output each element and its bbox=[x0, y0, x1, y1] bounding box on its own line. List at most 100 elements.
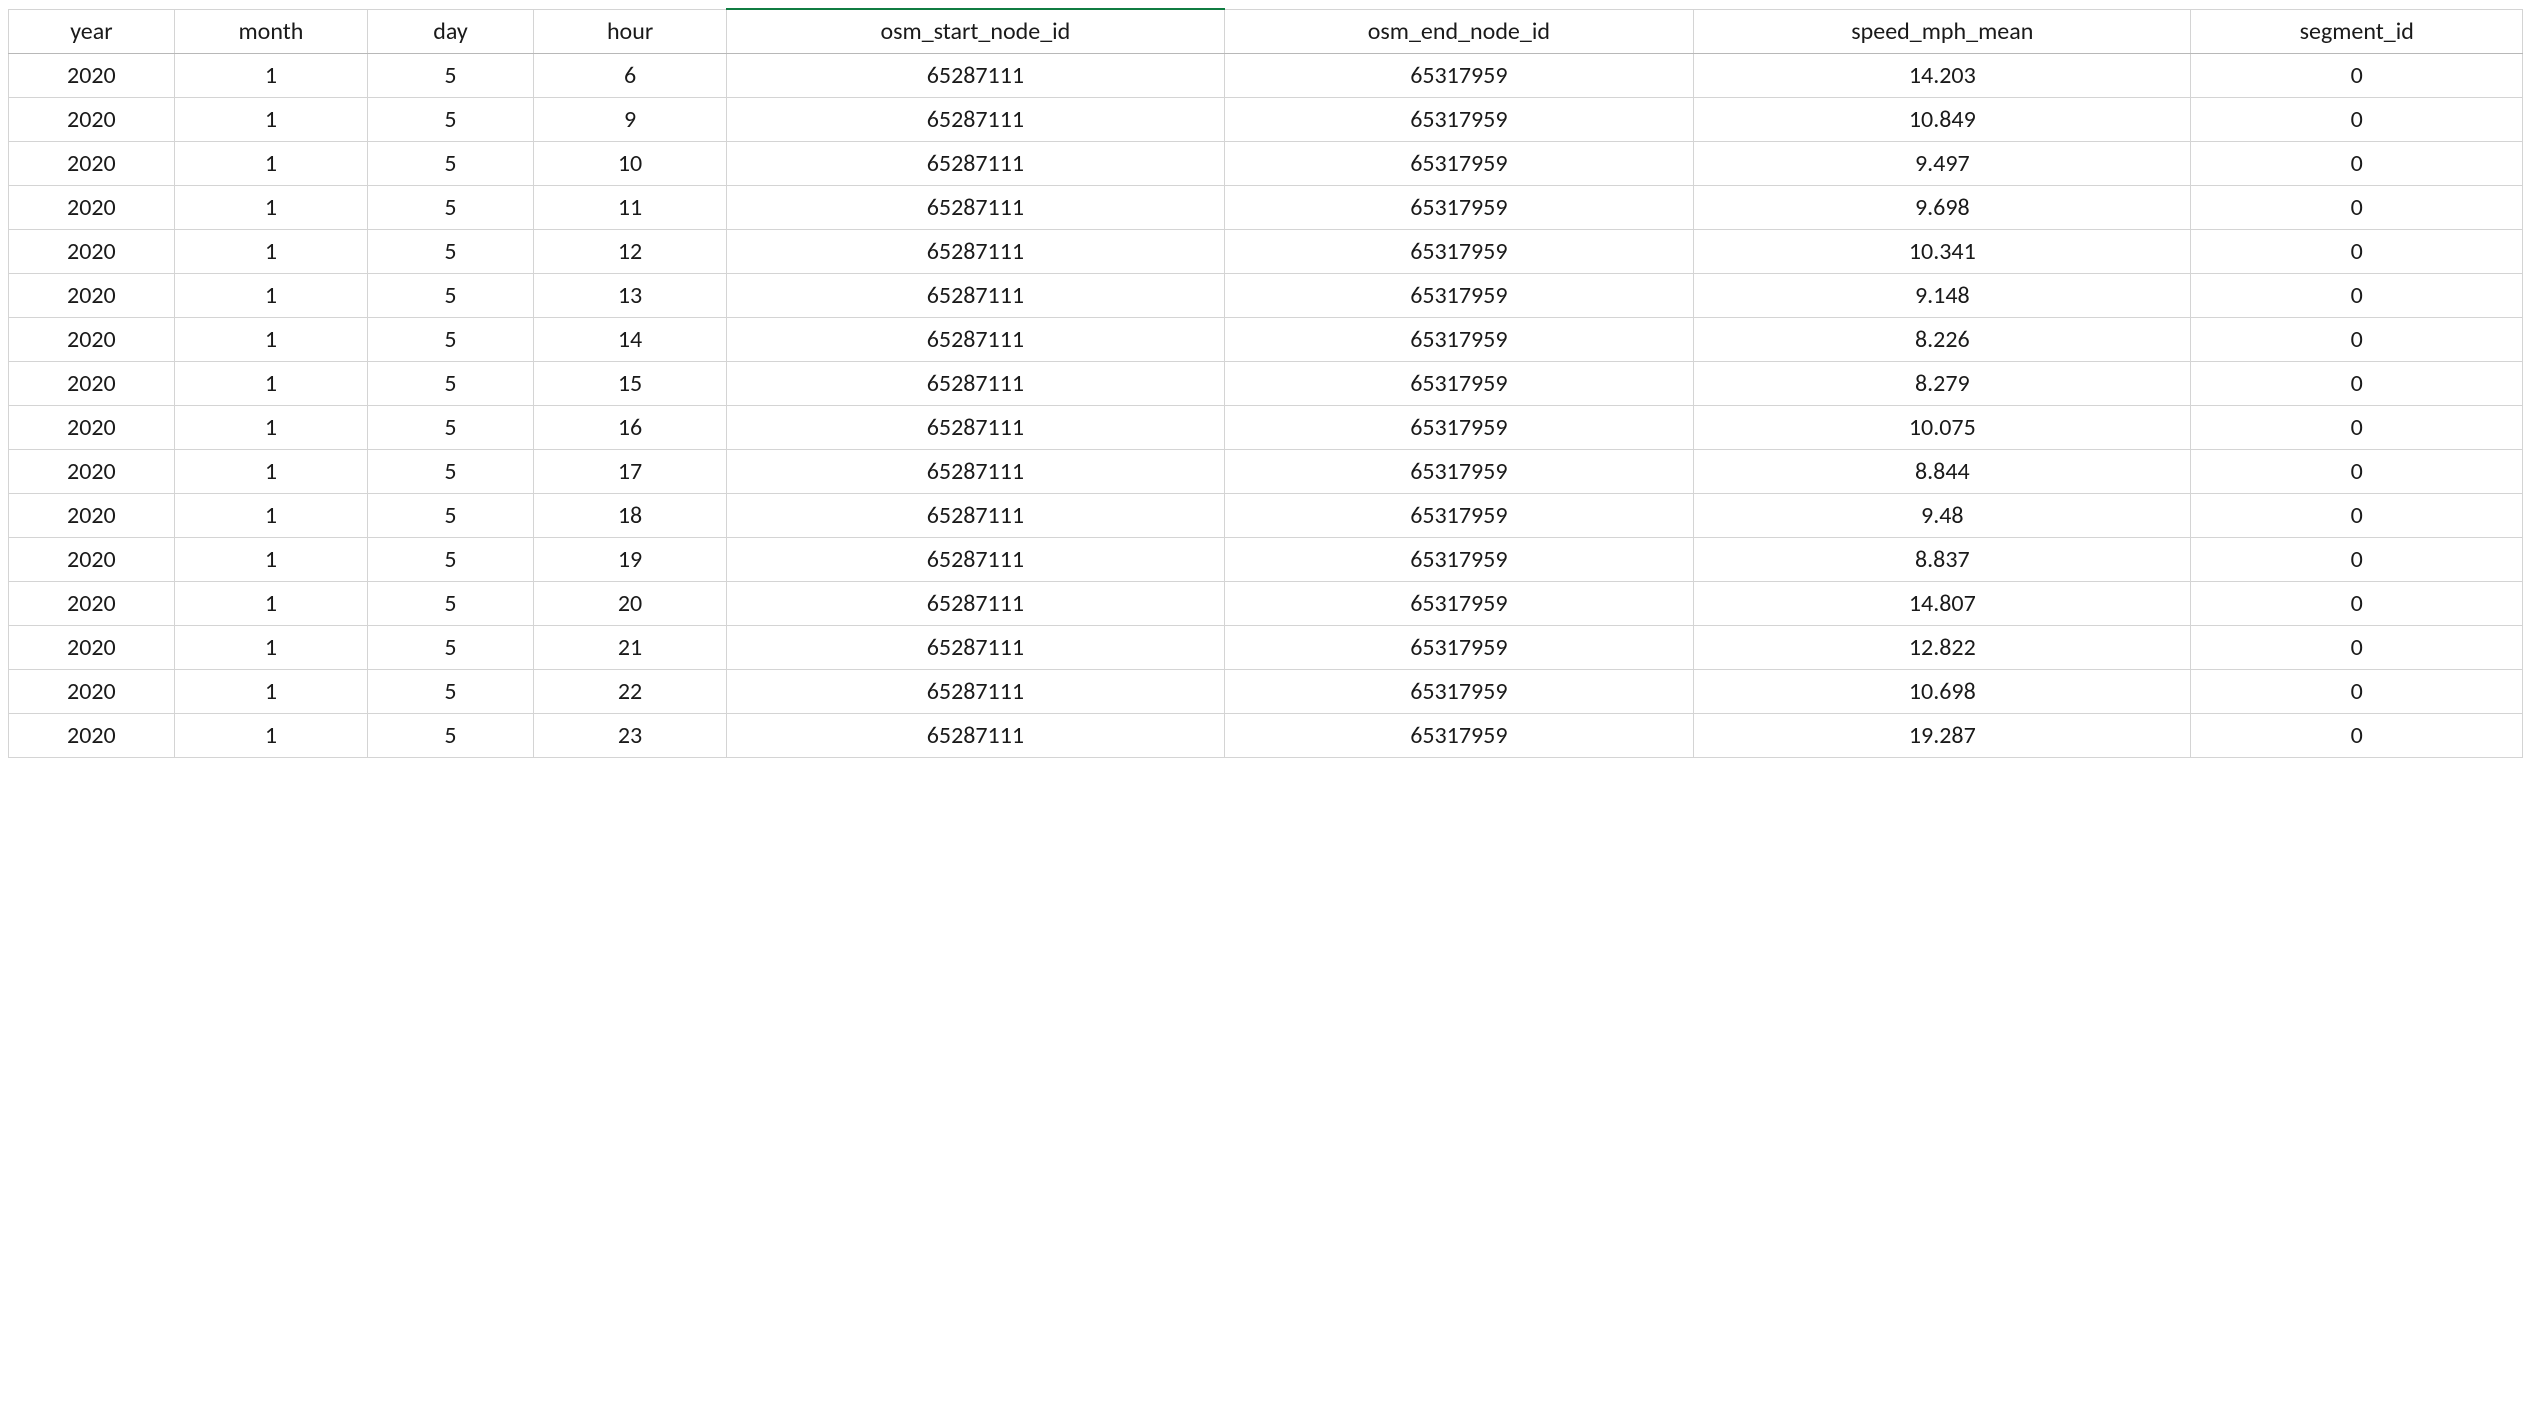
cell[interactable]: 65317959 bbox=[1224, 449, 1694, 493]
cell[interactable]: 5 bbox=[368, 141, 534, 185]
cell[interactable]: 0 bbox=[2191, 405, 2523, 449]
cell[interactable]: 18 bbox=[533, 493, 726, 537]
cell[interactable]: 2020 bbox=[9, 449, 175, 493]
cell[interactable]: 65287111 bbox=[727, 361, 1224, 405]
cell[interactable]: 1 bbox=[174, 361, 367, 405]
cell[interactable]: 9.497 bbox=[1694, 141, 2191, 185]
cell[interactable]: 10.075 bbox=[1694, 405, 2191, 449]
cell[interactable]: 5 bbox=[368, 537, 534, 581]
cell[interactable]: 0 bbox=[2191, 185, 2523, 229]
cell[interactable]: 15 bbox=[533, 361, 726, 405]
cell[interactable]: 2020 bbox=[9, 713, 175, 757]
cell[interactable]: 2020 bbox=[9, 317, 175, 361]
cell[interactable]: 1 bbox=[174, 273, 367, 317]
cell[interactable]: 17 bbox=[533, 449, 726, 493]
cell[interactable]: 65287111 bbox=[727, 669, 1224, 713]
cell[interactable]: 65317959 bbox=[1224, 405, 1694, 449]
col-header-segment-id[interactable]: segment_id bbox=[2191, 9, 2523, 53]
cell[interactable]: 12 bbox=[533, 229, 726, 273]
cell[interactable]: 16 bbox=[533, 405, 726, 449]
cell[interactable]: 5 bbox=[368, 53, 534, 97]
cell[interactable]: 0 bbox=[2191, 229, 2523, 273]
cell[interactable]: 65317959 bbox=[1224, 581, 1694, 625]
cell[interactable]: 2020 bbox=[9, 405, 175, 449]
cell[interactable]: 2020 bbox=[9, 361, 175, 405]
cell[interactable]: 5 bbox=[368, 273, 534, 317]
cell[interactable]: 1 bbox=[174, 449, 367, 493]
cell[interactable]: 2020 bbox=[9, 581, 175, 625]
cell[interactable]: 0 bbox=[2191, 141, 2523, 185]
cell[interactable]: 5 bbox=[368, 493, 534, 537]
cell[interactable]: 14 bbox=[533, 317, 726, 361]
cell[interactable]: 65287111 bbox=[727, 713, 1224, 757]
cell[interactable]: 9.48 bbox=[1694, 493, 2191, 537]
cell[interactable]: 65317959 bbox=[1224, 713, 1694, 757]
cell[interactable]: 2020 bbox=[9, 669, 175, 713]
cell[interactable]: 8.279 bbox=[1694, 361, 2191, 405]
cell[interactable]: 14.807 bbox=[1694, 581, 2191, 625]
cell[interactable]: 1 bbox=[174, 53, 367, 97]
cell[interactable]: 1 bbox=[174, 141, 367, 185]
cell[interactable]: 65317959 bbox=[1224, 361, 1694, 405]
cell[interactable]: 1 bbox=[174, 229, 367, 273]
cell[interactable]: 8.837 bbox=[1694, 537, 2191, 581]
cell[interactable]: 0 bbox=[2191, 625, 2523, 669]
cell[interactable]: 5 bbox=[368, 669, 534, 713]
cell[interactable]: 9.148 bbox=[1694, 273, 2191, 317]
cell[interactable]: 65317959 bbox=[1224, 229, 1694, 273]
cell[interactable]: 0 bbox=[2191, 669, 2523, 713]
cell[interactable]: 65287111 bbox=[727, 97, 1224, 141]
cell[interactable]: 0 bbox=[2191, 537, 2523, 581]
cell[interactable]: 2020 bbox=[9, 185, 175, 229]
cell[interactable]: 65287111 bbox=[727, 537, 1224, 581]
cell[interactable]: 5 bbox=[368, 449, 534, 493]
cell[interactable]: 65317959 bbox=[1224, 273, 1694, 317]
cell[interactable]: 2020 bbox=[9, 273, 175, 317]
col-header-day[interactable]: day bbox=[368, 9, 534, 53]
cell[interactable]: 65317959 bbox=[1224, 493, 1694, 537]
cell[interactable]: 1 bbox=[174, 581, 367, 625]
cell[interactable]: 65287111 bbox=[727, 405, 1224, 449]
cell[interactable]: 65317959 bbox=[1224, 317, 1694, 361]
cell[interactable]: 65287111 bbox=[727, 317, 1224, 361]
cell[interactable]: 1 bbox=[174, 669, 367, 713]
cell[interactable]: 65287111 bbox=[727, 273, 1224, 317]
cell[interactable]: 12.822 bbox=[1694, 625, 2191, 669]
cell[interactable]: 22 bbox=[533, 669, 726, 713]
cell[interactable]: 2020 bbox=[9, 537, 175, 581]
col-header-month[interactable]: month bbox=[174, 9, 367, 53]
col-header-speed-mph-mean[interactable]: speed_mph_mean bbox=[1694, 9, 2191, 53]
cell[interactable]: 65287111 bbox=[727, 449, 1224, 493]
col-header-hour[interactable]: hour bbox=[533, 9, 726, 53]
col-header-osm-start-node-id[interactable]: osm_start_node_id bbox=[727, 9, 1224, 53]
cell[interactable]: 0 bbox=[2191, 493, 2523, 537]
cell[interactable]: 65287111 bbox=[727, 141, 1224, 185]
cell[interactable]: 65317959 bbox=[1224, 53, 1694, 97]
cell[interactable]: 0 bbox=[2191, 317, 2523, 361]
cell[interactable]: 2020 bbox=[9, 229, 175, 273]
cell[interactable]: 0 bbox=[2191, 97, 2523, 141]
cell[interactable]: 65287111 bbox=[727, 53, 1224, 97]
cell[interactable]: 5 bbox=[368, 581, 534, 625]
cell[interactable]: 2020 bbox=[9, 53, 175, 97]
cell[interactable]: 9.698 bbox=[1694, 185, 2191, 229]
cell[interactable]: 0 bbox=[2191, 53, 2523, 97]
cell[interactable]: 65317959 bbox=[1224, 141, 1694, 185]
cell[interactable]: 19.287 bbox=[1694, 713, 2191, 757]
cell[interactable]: 1 bbox=[174, 537, 367, 581]
cell[interactable]: 14.203 bbox=[1694, 53, 2191, 97]
cell[interactable]: 10.698 bbox=[1694, 669, 2191, 713]
cell[interactable]: 5 bbox=[368, 713, 534, 757]
cell[interactable]: 11 bbox=[533, 185, 726, 229]
cell[interactable]: 65287111 bbox=[727, 625, 1224, 669]
cell[interactable]: 5 bbox=[368, 405, 534, 449]
col-header-osm-end-node-id[interactable]: osm_end_node_id bbox=[1224, 9, 1694, 53]
cell[interactable]: 5 bbox=[368, 185, 534, 229]
cell[interactable]: 1 bbox=[174, 97, 367, 141]
cell[interactable]: 9 bbox=[533, 97, 726, 141]
cell[interactable]: 5 bbox=[368, 317, 534, 361]
cell[interactable]: 65317959 bbox=[1224, 625, 1694, 669]
cell[interactable]: 13 bbox=[533, 273, 726, 317]
cell[interactable]: 65287111 bbox=[727, 185, 1224, 229]
cell[interactable]: 6 bbox=[533, 53, 726, 97]
